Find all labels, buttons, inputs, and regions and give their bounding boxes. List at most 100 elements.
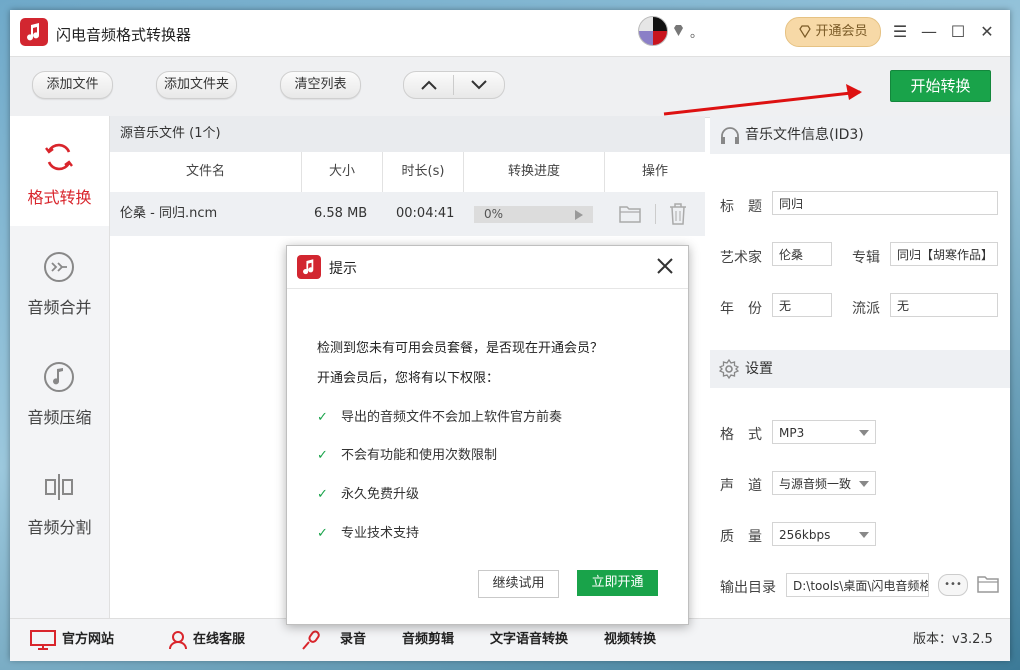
headphones-icon	[721, 127, 739, 144]
split-icon	[45, 474, 73, 500]
channel-select[interactable]: 与源音频一致	[772, 471, 876, 495]
close-button[interactable]: ✕	[976, 21, 998, 43]
delete-icon[interactable]	[668, 203, 688, 225]
play-icon[interactable]	[575, 210, 583, 220]
tts-link[interactable]: 文字语音转换	[490, 619, 568, 661]
app-title: 闪电音频格式转换器	[56, 26, 192, 44]
sidebar-item-audio-merge[interactable]: 音频合并	[10, 226, 109, 336]
maximize-button[interactable]: ☐	[947, 21, 969, 43]
user-avatar[interactable]	[638, 16, 668, 46]
quality-label: 质 量	[720, 529, 762, 545]
quality-select[interactable]: 256kbps	[772, 522, 876, 546]
version-label: 版本：v3.2.5	[913, 632, 993, 647]
perk-text: 永久免费升级	[341, 487, 420, 502]
move-down-icon[interactable]	[470, 79, 488, 91]
id3-title: 音乐文件信息(ID3)	[745, 127, 864, 143]
file-duration: 00:04:41	[396, 206, 455, 221]
sidebar-item-label: 格式转换	[27, 188, 92, 207]
table-row[interactable]: 伦桑 - 同归.ncm 6.58 MB 00:04:41 0%	[110, 192, 705, 236]
browse-more-button[interactable]: •••	[938, 574, 968, 596]
channel-value: 与源音频一致	[779, 477, 852, 491]
open-now-button[interactable]: 立即开通	[577, 570, 658, 596]
perk-item: ✓ 不会有功能和使用次数限制	[317, 444, 497, 463]
audio-edit-link[interactable]: 音频剪辑	[402, 619, 454, 661]
column-header-progress: 转换进度	[464, 152, 605, 192]
format-select[interactable]: MP3	[772, 420, 876, 444]
official-website-label: 官方网站	[62, 632, 115, 647]
output-dir-field[interactable]: D:\tools\桌面\闪电音频格	[786, 573, 929, 597]
dialog-title: 提示	[329, 261, 357, 277]
perk-text: 导出的音频文件不会加上软件官方前奏	[341, 410, 563, 425]
user-icon	[169, 631, 187, 650]
chevron-down-icon	[859, 481, 869, 487]
format-value: MP3	[779, 426, 805, 440]
genre-label: 流派	[852, 301, 880, 317]
online-support-link[interactable]: 在线客服	[168, 619, 245, 661]
settings-title: 设置	[745, 361, 773, 377]
check-icon: ✓	[317, 487, 328, 502]
toolbar: 添加文件 添加文件夹 清空列表 开始转换	[10, 56, 1010, 118]
video-convert-link[interactable]: 视频转换	[604, 619, 656, 661]
gear-icon	[719, 359, 739, 379]
dialog-header: 提示	[287, 246, 688, 289]
membership-dialog: 提示 检测到您未有可用会员套餐，是否现在开通会员？ 开通会员后，您将有以下权限：…	[286, 245, 689, 625]
music-note-icon	[44, 362, 74, 392]
folder-icon[interactable]	[977, 574, 999, 593]
perk-item: ✓ 导出的音频文件不会加上软件官方前奏	[317, 406, 562, 425]
sidebar-item-label: 音频合并	[27, 298, 92, 317]
sidebar: 格式转换 音频合并 音频压缩 音频分割	[10, 116, 110, 618]
progress-text: 0%	[484, 207, 504, 221]
app-logo-icon	[297, 255, 321, 279]
move-up-icon[interactable]	[420, 79, 438, 91]
perk-text: 不会有功能和使用次数限制	[341, 448, 498, 463]
sidebar-item-audio-split[interactable]: 音频分割	[10, 446, 109, 556]
user-name: 。	[690, 26, 704, 41]
title-label: 标 题	[720, 199, 762, 215]
file-size: 6.58 MB	[314, 206, 368, 221]
year-field[interactable]: 无	[772, 293, 832, 317]
check-icon: ✓	[317, 526, 328, 541]
column-header-actions: 操作	[605, 152, 705, 192]
channel-label: 声 道	[720, 478, 762, 494]
vip-diamond-icon	[674, 25, 683, 36]
record-label: 录音	[340, 632, 367, 647]
official-website-link[interactable]: 官方网站	[30, 619, 114, 661]
check-icon: ✓	[317, 448, 328, 463]
add-file-button[interactable]: 添加文件	[32, 71, 113, 99]
album-field[interactable]: 同归【胡寒作品】	[890, 242, 998, 266]
album-label: 专辑	[852, 250, 880, 266]
file-list-header: 源音乐文件 (1个)	[110, 116, 705, 152]
app-window: 闪电音频格式转换器 。 开通会员 ☰ — ☐ ✕ 添加文件 添加文件夹 清空列表…	[10, 10, 1010, 661]
progress-bar: 0%	[474, 206, 593, 223]
open-folder-icon[interactable]	[619, 204, 641, 223]
column-header-duration: 时长(s)	[383, 152, 464, 192]
online-support-label: 在线客服	[193, 632, 246, 647]
title-field[interactable]: 同归	[772, 191, 998, 215]
sidebar-item-label: 音频压缩	[27, 408, 92, 427]
minimize-button[interactable]: —	[918, 21, 940, 43]
perk-item: ✓ 专业技术支持	[317, 522, 419, 541]
dialog-close-icon[interactable]	[655, 256, 675, 276]
artist-label: 艺术家	[720, 250, 762, 266]
sidebar-item-audio-compress[interactable]: 音频压缩	[10, 336, 109, 446]
perk-text: 专业技术支持	[341, 526, 420, 541]
merge-icon	[44, 252, 74, 282]
refresh-icon	[45, 143, 73, 171]
add-folder-button[interactable]: 添加文件夹	[156, 71, 237, 99]
genre-field[interactable]: 无	[890, 293, 998, 317]
sidebar-item-format-convert[interactable]: 格式转换	[10, 116, 109, 226]
start-convert-button[interactable]: 开始转换	[890, 70, 991, 102]
menu-icon[interactable]: ☰	[889, 21, 911, 43]
artist-field[interactable]: 伦桑	[772, 242, 832, 266]
clear-list-button[interactable]: 清空列表	[280, 71, 361, 99]
continue-trial-button[interactable]: 继续试用	[478, 570, 559, 598]
monitor-icon	[30, 630, 56, 650]
record-link[interactable]: 录音	[300, 619, 366, 661]
format-label: 格 式	[720, 427, 762, 443]
open-vip-label: 开通会员	[815, 24, 868, 39]
column-header-size: 大小	[302, 152, 383, 192]
open-vip-button[interactable]: 开通会员	[785, 17, 881, 47]
dialog-message: 检测到您未有可用会员套餐，是否现在开通会员？	[317, 341, 604, 356]
title-bar: 闪电音频格式转换器 。 开通会员 ☰ — ☐ ✕	[10, 10, 1010, 56]
year-label: 年 份	[720, 301, 762, 317]
